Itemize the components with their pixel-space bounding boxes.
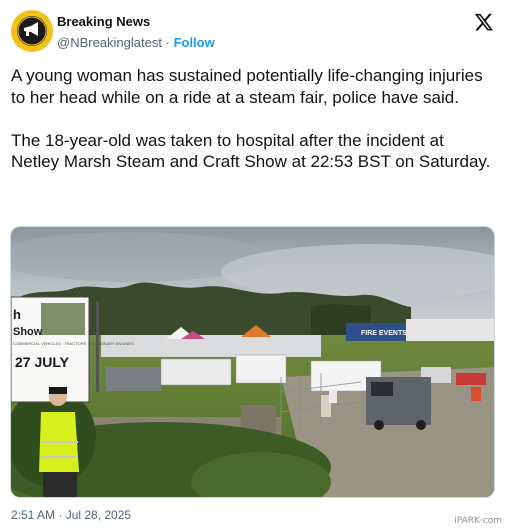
author-block: Breaking News @NBreakinglatest · Follow	[57, 13, 215, 51]
sign-line-1: h	[13, 307, 21, 322]
sign-line-2: Show	[13, 326, 43, 338]
post-paragraph-2: The 18-year-old was taken to hospital af…	[11, 130, 491, 172]
handle-row: @NBreakinglatest · Follow	[57, 34, 215, 51]
avatar-logo	[17, 16, 47, 46]
handle[interactable]: @NBreakinglatest	[57, 35, 162, 50]
megaphone-icon	[17, 16, 47, 46]
avatar[interactable]	[11, 10, 53, 52]
post-text: A young woman has sustained potentially …	[11, 65, 491, 173]
post-photo[interactable]: FIRE EVENTS h Show COMMERCIAL VEHICLES ·…	[10, 226, 495, 498]
sign-small-text: COMMERCIAL VEHICLES · TRACTORS · STATION…	[13, 341, 134, 346]
tweet-card: Breaking News @NBreakinglatest · Follow …	[0, 0, 506, 528]
sign-line-3: 27 JULY	[15, 354, 70, 370]
x-logo-icon[interactable]	[474, 12, 494, 32]
display-name[interactable]: Breaking News	[57, 13, 215, 30]
fire-events-banner: FIRE EVENTS	[361, 330, 407, 337]
separator: ·	[165, 35, 170, 50]
post-paragraph-1: A young woman has sustained potentially …	[11, 66, 483, 107]
timestamp[interactable]: 2:51 AM · Jul 28, 2025	[11, 508, 131, 522]
watermark: iPARK·com	[454, 516, 502, 526]
follow-button[interactable]: Follow	[174, 35, 215, 50]
